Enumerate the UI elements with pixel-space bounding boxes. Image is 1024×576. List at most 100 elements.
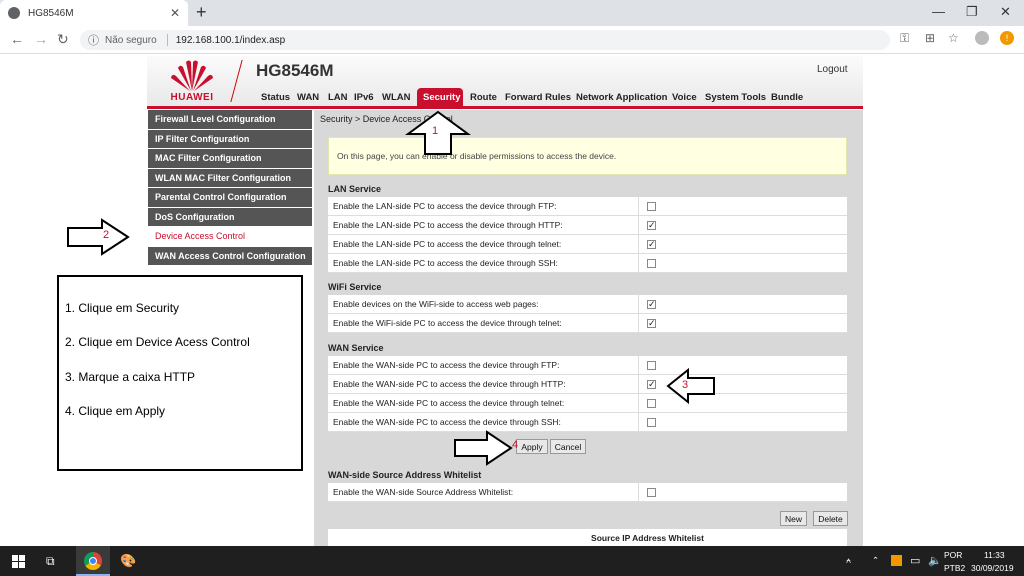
side-wan-access-control[interactable]: WAN Access Control Configuration: [148, 246, 312, 266]
menu-lan[interactable]: LAN: [328, 88, 348, 106]
wan-http-checkbox[interactable]: ✓: [647, 379, 656, 389]
wan-ftp-checkbox[interactable]: [647, 360, 656, 370]
layout-indicator[interactable]: PTB2: [944, 563, 965, 573]
clock-time[interactable]: 11:33: [984, 550, 1005, 560]
lan-http-checkbox[interactable]: ✓: [647, 220, 656, 230]
side-mac-filter[interactable]: MAC Filter Configuration: [148, 149, 312, 169]
wan-telnet-checkbox[interactable]: [647, 398, 656, 408]
side-firewall-level[interactable]: Firewall Level Configuration: [148, 110, 312, 130]
menu-forward-rules[interactable]: Forward Rules: [505, 88, 571, 106]
whitelist-title: WAN-side Source Address Whitelist: [328, 470, 482, 480]
url-text[interactable]: 192.168.100.1/index.asp: [176, 35, 286, 46]
close-tab-icon[interactable]: ✕: [170, 6, 180, 20]
arrow-left-icon: [666, 368, 715, 404]
window-close-button[interactable]: ✕: [1000, 4, 1011, 20]
info-icon[interactable]: ⓘ: [88, 32, 99, 48]
table-row: Enable the WAN-side PC to access the dev…: [328, 394, 847, 413]
side-wlan-mac-filter[interactable]: WLAN MAC Filter Configuration: [148, 168, 312, 188]
menu-wlan[interactable]: WLAN: [382, 88, 411, 106]
table-row: Enable the WAN-side PC to access the dev…: [328, 413, 847, 432]
chrome-taskbar-button[interactable]: [76, 546, 110, 576]
header-red-line: [147, 106, 863, 109]
people-icon[interactable]: ⍲: [846, 555, 851, 566]
table-row: Enable the WAN-side PC to access the dev…: [328, 356, 847, 375]
network-icon[interactable]: ▭: [910, 554, 920, 567]
restore-button[interactable]: ❐: [966, 4, 978, 20]
huawei-logo-icon: [171, 60, 213, 91]
menu-system-tools[interactable]: System Tools: [705, 88, 766, 106]
menu-wan[interactable]: WAN: [297, 88, 319, 106]
menu-status[interactable]: Status: [261, 88, 290, 106]
delete-button[interactable]: Delete: [813, 511, 848, 526]
menu-route[interactable]: Route: [470, 88, 497, 106]
step-3: 3. Marque a caixa HTTP: [65, 370, 196, 384]
row-label: Enable the LAN-side PC to access the dev…: [328, 235, 639, 253]
translate-icon[interactable]: ⊞: [925, 31, 935, 45]
minimize-button[interactable]: —: [932, 4, 945, 19]
table-row: Enable the WAN-side Source Address White…: [328, 483, 847, 502]
volume-icon[interactable]: 🔈: [928, 554, 942, 567]
whitelist-checkbox[interactable]: [647, 487, 656, 497]
cancel-button[interactable]: Cancel: [550, 439, 586, 454]
back-icon[interactable]: ←: [10, 31, 24, 47]
brand-name: HUAWEI: [170, 92, 214, 103]
menu-ipv6[interactable]: IPv6: [354, 88, 374, 106]
step-4: 4. Clique em Apply: [65, 404, 166, 418]
wan-ssh-checkbox[interactable]: [647, 417, 656, 427]
menu-network-application[interactable]: Network Application: [576, 88, 668, 106]
reload-icon[interactable]: ↻: [57, 31, 69, 48]
paint-icon[interactable]: 🎨: [120, 553, 136, 569]
apply-button[interactable]: Apply: [516, 439, 548, 454]
menu-voice[interactable]: Voice: [672, 88, 697, 106]
windows-start-icon[interactable]: [12, 555, 25, 568]
update-icon[interactable]: !: [1000, 31, 1014, 45]
row-label: Enable the LAN-side PC to access the dev…: [328, 197, 639, 215]
logout-link[interactable]: Logout: [817, 64, 848, 75]
lan-telnet-checkbox[interactable]: ✓: [647, 239, 656, 249]
wan-service-title: WAN Service: [328, 343, 384, 353]
table-row: Enable the WAN-side PC to access the dev…: [328, 375, 847, 394]
lan-ssh-checkbox[interactable]: [647, 258, 656, 268]
table-row: Enable the WiFi-side PC to access the de…: [328, 314, 847, 333]
new-tab-button[interactable]: +: [196, 2, 207, 23]
button-bar: Apply Cancel: [328, 434, 847, 460]
menu-security[interactable]: Security: [417, 88, 463, 106]
table-row: Enable the LAN-side PC to access the dev…: [328, 235, 847, 254]
chevron-up-icon[interactable]: ⌃: [872, 555, 879, 566]
omnibox[interactable]: ⓘ Não seguro 192.168.100.1/index.asp: [80, 30, 890, 50]
wifi-web-checkbox[interactable]: ✓: [647, 299, 656, 309]
star-icon[interactable]: ☆: [948, 31, 959, 45]
table-row: Enable the LAN-side PC to access the dev…: [328, 197, 847, 216]
arrow-right-icon: [454, 430, 513, 466]
side-parental-control[interactable]: Parental Control Configuration: [148, 188, 312, 208]
lang-indicator[interactable]: POR: [944, 550, 962, 560]
key-icon[interactable]: ⚿: [900, 31, 909, 46]
profile-avatar[interactable]: [975, 31, 989, 45]
wifi-service-table: Enable devices on the WiFi-side to acces…: [328, 295, 847, 333]
table-row: Enable the LAN-side PC to access the dev…: [328, 254, 847, 273]
tab-title: HG8546M: [28, 7, 74, 19]
wifi-service-title: WiFi Service: [328, 282, 382, 292]
model-name: HG8546M: [256, 61, 334, 80]
clock-date[interactable]: 30/09/2019: [971, 563, 1014, 573]
task-view-icon[interactable]: ⧉: [46, 554, 55, 569]
wifi-telnet-checkbox[interactable]: ✓: [647, 318, 656, 328]
table-row: Enable devices on the WiFi-side to acces…: [328, 295, 847, 314]
row-label: Enable the LAN-side PC to access the dev…: [328, 254, 639, 272]
windows-taskbar: ⧉ 🎨 ⍲ ⌃ ▭ 🔈 POR PTB2 11:33 30/09/2019: [0, 546, 1024, 576]
browser-tab[interactable]: HG8546M ✕: [0, 0, 188, 26]
side-dos[interactable]: DoS Configuration: [148, 207, 312, 227]
app-tray-icon[interactable]: [891, 555, 902, 566]
row-label: Enable the WAN-side PC to access the dev…: [328, 394, 639, 412]
arrow-right-icon: [67, 218, 130, 256]
lan-ftp-checkbox[interactable]: [647, 201, 656, 211]
row-label: Enable the WiFi-side PC to access the de…: [328, 314, 639, 332]
row-label: Enable the WAN-side PC to access the dev…: [328, 356, 639, 374]
side-ip-filter[interactable]: IP Filter Configuration: [148, 129, 312, 149]
tab-strip: HG8546M ✕ + — ❐ ✕: [0, 0, 1024, 26]
forward-icon[interactable]: →: [34, 31, 48, 47]
side-device-access-control[interactable]: Device Access Control: [148, 227, 312, 247]
menu-bundle[interactable]: Bundle: [771, 88, 803, 106]
new-button[interactable]: New: [780, 511, 807, 526]
favicon-icon: [8, 7, 20, 19]
